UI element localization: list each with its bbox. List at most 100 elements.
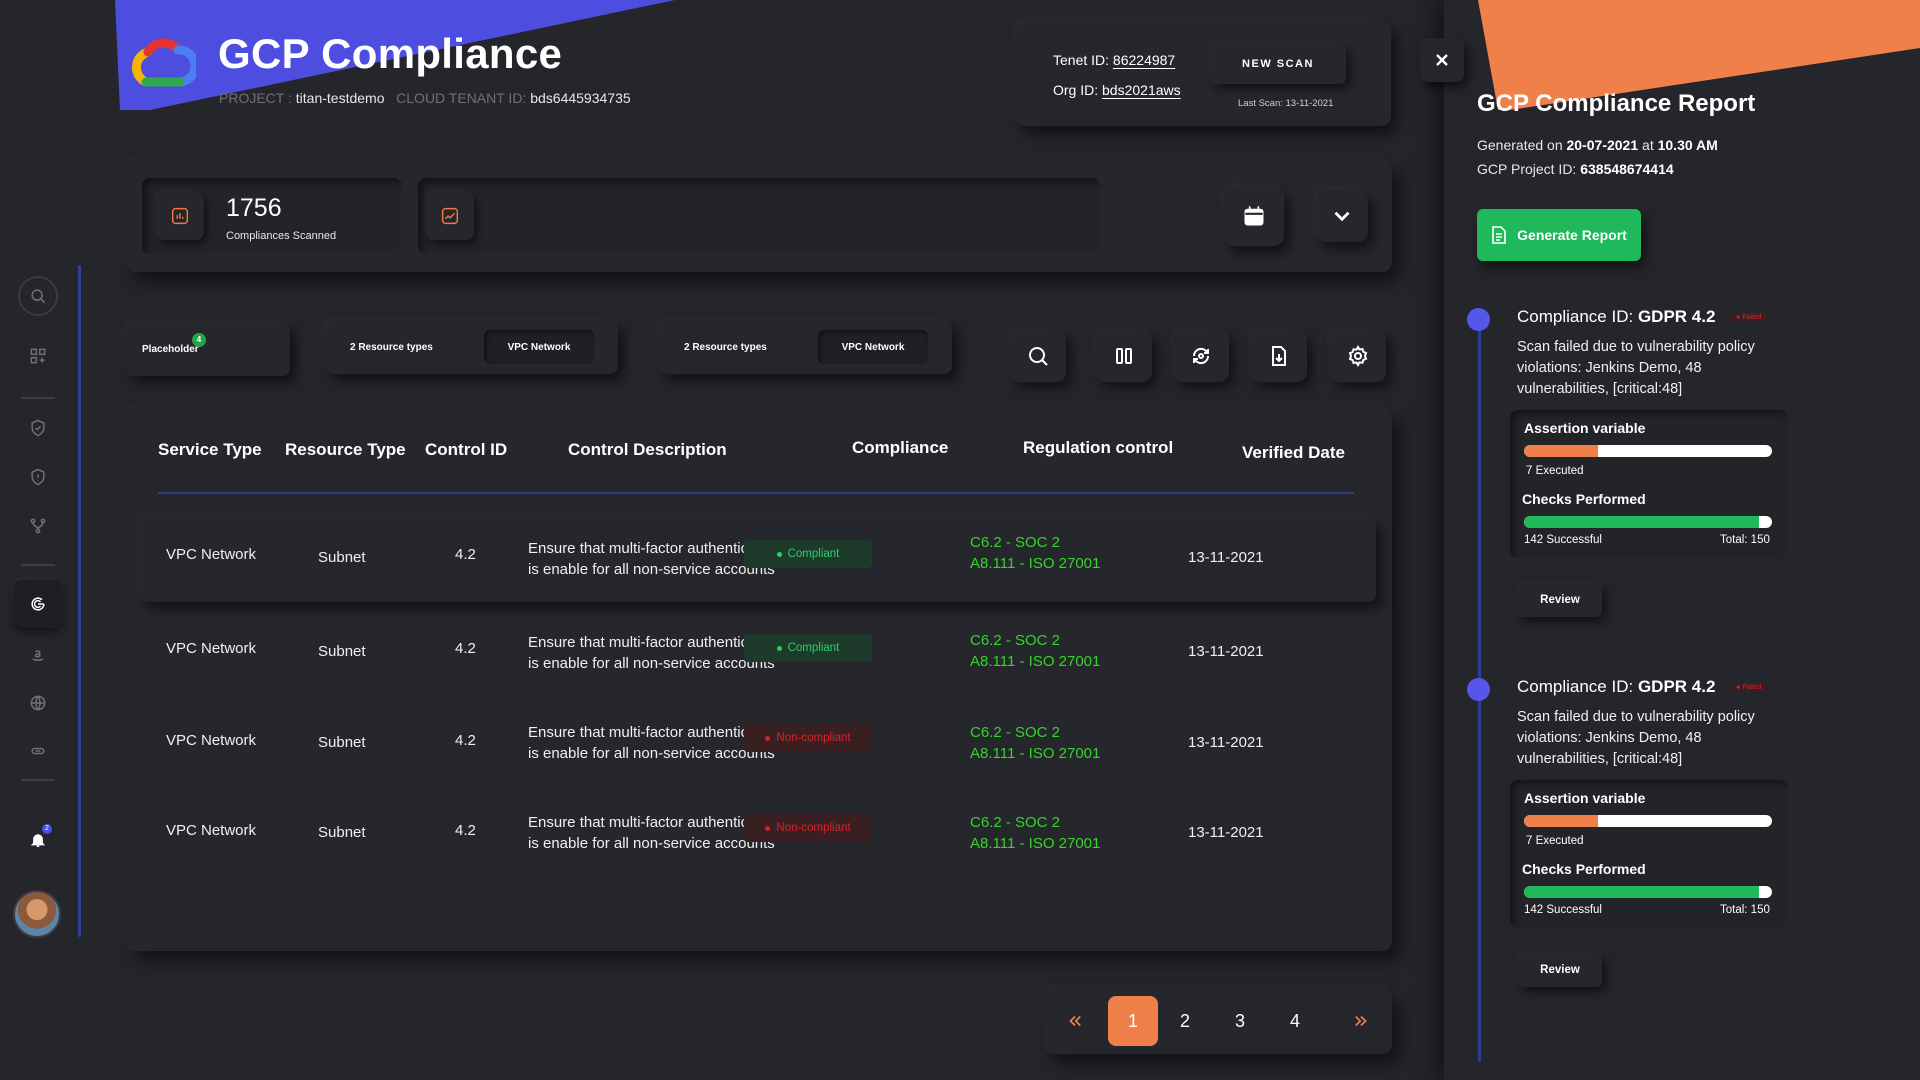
resource-type-filter[interactable]: 2 Resource types VPC Network [326, 320, 618, 374]
executed-count: 7 Executed [1526, 465, 1584, 477]
filter-label: 2 Resource types [350, 342, 433, 353]
column-header[interactable]: Control ID [425, 440, 507, 460]
link-rail-button[interactable] [18, 731, 58, 771]
last-scan-text: Last Scan: 13-11-2021 [1238, 98, 1334, 109]
assertion-progress-fill [1524, 445, 1599, 457]
org-id-label: Org ID: [1053, 82, 1099, 98]
report-project: GCP Project ID: 638548674414 [1477, 161, 1674, 177]
checks-progress-bar [1524, 886, 1772, 898]
control-description-cell: Ensure that multi-factor authentication … [528, 632, 781, 674]
notification-count-badge: 2 [42, 824, 52, 834]
checks-card: Assertion variable 7 Executed Checks Per… [1510, 410, 1788, 558]
chevrons-right-icon [1355, 1015, 1367, 1027]
generate-report-button[interactable]: Generate Report [1477, 209, 1641, 261]
description-line: Ensure that multi-factor authentication [528, 814, 781, 831]
compliance-status-badge: Non-compliant [744, 724, 872, 752]
table-row[interactable]: VPC Network Subnet 4.2 Ensure that multi… [140, 694, 1376, 778]
refresh-icon [1192, 347, 1210, 365]
first-page-button[interactable] [1050, 996, 1100, 1046]
table-row[interactable]: VPC Network Subnet 4.2 Ensure that multi… [140, 518, 1376, 602]
settings-button[interactable] [1330, 330, 1386, 382]
notifications-rail-button[interactable]: 2 [18, 820, 58, 860]
table-row[interactable]: VPC Network Subnet 4.2 Ensure that multi… [140, 612, 1376, 696]
compliances-count-label: Compliances Scanned [226, 230, 337, 242]
tenant-key: CLOUD TENANT ID: [396, 90, 527, 106]
file-download-icon [1272, 346, 1286, 366]
verified-date-cell: 13-11-2021 [1188, 824, 1264, 841]
page-button[interactable]: 3 [1215, 996, 1265, 1046]
tenant-id-row: Tenet ID: 86224987 [1053, 52, 1175, 68]
regulation-line: C6.2 - SOC 2 [970, 632, 1061, 649]
export-button[interactable] [1251, 330, 1307, 382]
dashboard-rail-button[interactable] [18, 336, 58, 376]
pipeline-rail-button[interactable] [18, 506, 58, 546]
placeholder-filter[interactable]: Placeholder 4 [126, 322, 290, 376]
page-button[interactable]: 4 [1270, 996, 1320, 1046]
control-description-cell: Ensure that multi-factor authentication … [528, 538, 781, 580]
new-scan-button[interactable]: NEW SCAN [1210, 44, 1346, 84]
gcp-rail-button[interactable] [14, 580, 62, 628]
total-count: Total: 150 [1720, 904, 1770, 916]
column-header[interactable]: Compliance [852, 438, 948, 458]
checks-card: Assertion variable 7 Executed Checks Per… [1510, 780, 1788, 928]
gear-icon [1348, 345, 1368, 367]
last-page-button[interactable] [1336, 996, 1386, 1046]
control-id-cell: 4.2 [455, 546, 476, 563]
report-title: GCP Compliance Report [1477, 90, 1756, 117]
org-id-link[interactable]: bds2021aws [1102, 82, 1181, 98]
total-count: Total: 150 [1720, 534, 1770, 546]
git-branch-icon [30, 518, 46, 534]
tenant-value: bds6445934735 [530, 90, 631, 106]
status-dot-icon [776, 551, 782, 557]
close-report-button[interactable] [1420, 38, 1464, 82]
rail-divider [21, 397, 55, 399]
resource-type-filter[interactable]: 2 Resource types VPC Network [660, 320, 952, 374]
regulation-line: A8.111 - ISO 27001 [970, 745, 1101, 762]
filter-chip[interactable]: VPC Network [818, 330, 928, 364]
description-line: Ensure that multi-factor authentication [528, 724, 781, 741]
regulation-control-cell: C6.2 - SOC 2 A8.111 - ISO 27001 [970, 630, 1100, 672]
checks-label: Checks Performed [1522, 491, 1646, 507]
search-rail-button[interactable] [18, 276, 58, 316]
compliance-status-badge: Compliant [744, 540, 872, 568]
compliances-count: 1756 [226, 194, 282, 222]
rail-accent-line [78, 265, 81, 937]
control-id-cell: 4.2 [455, 732, 476, 749]
assertion-progress-bar [1524, 445, 1772, 457]
grid-icon [30, 348, 46, 364]
rail-divider [21, 779, 55, 781]
user-avatar[interactable] [13, 890, 61, 938]
link-icon [31, 747, 45, 755]
search-button[interactable] [1010, 330, 1066, 382]
web-rail-button[interactable] [18, 683, 58, 723]
generate-report-label: Generate Report [1517, 227, 1627, 243]
column-header[interactable]: Verified Date [1242, 443, 1345, 463]
timeline-dot [1467, 308, 1490, 331]
bar-chart-icon [156, 192, 204, 240]
page-button-current[interactable]: 1 [1108, 996, 1158, 1046]
security-rail-button[interactable] [18, 457, 58, 497]
aws-rail-button[interactable] [18, 634, 58, 674]
resource-type-cell: Subnet [318, 734, 366, 751]
column-header[interactable]: Control Description [568, 440, 727, 460]
column-header[interactable]: Resource Type [285, 440, 406, 460]
review-button[interactable]: Review [1518, 953, 1602, 987]
review-button[interactable]: Review [1518, 583, 1602, 617]
calendar-button[interactable] [1224, 186, 1284, 246]
compliance-rail-button[interactable] [18, 408, 58, 448]
table-row[interactable]: VPC Network Subnet 4.2 Ensure that multi… [140, 784, 1376, 868]
tenant-id-link[interactable]: 86224987 [1113, 52, 1175, 68]
pagination: 1 2 3 4 [1044, 988, 1392, 1054]
filter-chip[interactable]: VPC Network [484, 330, 594, 364]
column-header[interactable]: Service Type [158, 440, 262, 460]
page-button[interactable]: 2 [1160, 996, 1210, 1046]
control-id-cell: 4.2 [455, 822, 476, 839]
refresh-button[interactable] [1173, 330, 1229, 382]
search-icon [31, 289, 46, 304]
left-rail: 2 [0, 0, 82, 1080]
project-value: titan-testdemo [295, 90, 385, 106]
generated-time: 10.30 AM [1657, 137, 1718, 153]
expand-button[interactable] [1316, 190, 1368, 242]
columns-button[interactable] [1096, 330, 1152, 382]
column-header[interactable]: Regulation control [1023, 438, 1173, 458]
